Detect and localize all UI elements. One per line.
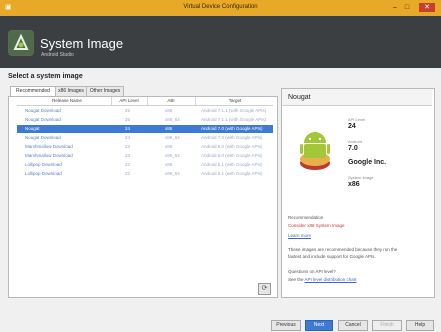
column-divider xyxy=(147,97,148,105)
table-row[interactable]: Marshmallow Download 23 x86 Android 6.0 (wi… xyxy=(17,143,273,151)
android-label: Android xyxy=(348,139,362,144)
api-level-cell: 25 xyxy=(125,108,131,113)
abi-cell: x86 xyxy=(165,108,173,113)
api-level-label: API Level xyxy=(348,117,366,122)
api-level-cell: 23 xyxy=(125,144,131,149)
window-title: Virtual Device Configuration xyxy=(183,4,258,10)
release-name-cell: Lollipop Download xyxy=(25,162,62,167)
detail-header: Nougat xyxy=(282,89,432,106)
table-row[interactable]: Lollipop Download 22 x86_64 Android 5.1 (wi… xyxy=(17,170,273,178)
wizard-header: System Image Android Studio xyxy=(0,16,441,68)
table-header: Release Name API Level ABI Target xyxy=(17,97,273,106)
previous-button[interactable]: Previous xyxy=(271,320,301,331)
refresh-icon[interactable]: ⟳ xyxy=(258,283,271,295)
learn-more-link[interactable]: Learn more xyxy=(288,233,311,238)
header-subtitle: Android Studio xyxy=(41,52,74,58)
detail-title: Nougat xyxy=(288,94,311,101)
abi-cell: x86 xyxy=(165,144,173,149)
wizard-buttons: Previous Next Cancel Finish Help xyxy=(0,300,441,332)
target-cell: Android 7.1.1 (with Google APIs) xyxy=(201,108,267,113)
abi-cell: x86 xyxy=(165,126,173,131)
system-image-table: Release Name API Level ABI Target Nougat… xyxy=(8,96,278,298)
image-detail-panel: Nougat API Level 24 Android 7.0 Google I… xyxy=(281,88,435,298)
info-line-2: fastest and include support for Google A… xyxy=(288,254,376,259)
target-cell: Android 5.1 (with Google APIs) xyxy=(201,171,263,176)
release-name-cell: Marshmallow Download xyxy=(25,144,73,149)
release-name-cell: Nougat xyxy=(25,126,40,131)
api-level-value: 24 xyxy=(348,123,356,130)
abi-cell: x86_64 xyxy=(165,117,180,122)
table-row[interactable]: Marshmallow Download 23 x86_64 Android 6.0 … xyxy=(17,152,273,160)
next-button[interactable]: Next xyxy=(305,320,333,331)
release-name-cell: Nougat Download xyxy=(25,108,61,113)
column-header-api[interactable]: API Level xyxy=(113,98,145,103)
title-bar: ▣ Virtual Device Configuration – □ ✕ xyxy=(0,0,441,16)
system-image-label: System Image xyxy=(348,175,374,180)
abi-cell: x86_64 xyxy=(165,171,180,176)
column-divider xyxy=(111,97,112,105)
api-distribution-link[interactable]: API level distribution chart xyxy=(305,277,357,282)
recommendation-text: Consider x86 System Image xyxy=(288,223,345,228)
close-icon[interactable]: ✕ xyxy=(419,3,435,12)
recommendation-label: Recommendation xyxy=(288,215,324,220)
dialog-window: ▣ Virtual Device Configuration – □ ✕ Sys… xyxy=(0,0,441,332)
system-image-value: x86 xyxy=(348,181,360,188)
minimize-icon[interactable]: – xyxy=(390,3,400,12)
api-level-cell: 22 xyxy=(125,162,131,167)
target-cell: Android 7.1.1 (with Google APIs) xyxy=(201,117,267,122)
column-divider xyxy=(195,97,196,105)
column-header-target[interactable]: Target xyxy=(197,98,273,103)
api-level-cell: 24 xyxy=(125,126,131,131)
api-level-cell: 25 xyxy=(125,117,131,122)
android-version-value: 7.0 xyxy=(348,145,358,152)
android-studio-logo-icon xyxy=(8,30,34,56)
abi-cell: x86 xyxy=(165,162,173,167)
api-level-cell: 23 xyxy=(125,153,131,158)
target-cell: Android 6.0 (with Google APIs) xyxy=(201,144,263,149)
release-name-cell: Lollipop Download xyxy=(25,171,62,176)
api-question: Questions on API level? xyxy=(288,269,336,274)
release-name-cell: Marshmallow Download xyxy=(25,153,73,158)
table-row[interactable]: Nougat Download 25 x86_64 Android 7.1.1 (wi… xyxy=(17,116,273,124)
target-cell: Android 5.1 (with Google APIs) xyxy=(201,162,263,167)
target-cell: Android 7.0 (with Google APIs) xyxy=(201,135,263,140)
release-name-cell: Nougat Download xyxy=(25,135,61,140)
info-line-1: These images are recommended because the… xyxy=(288,247,398,252)
api-chart-line: See the API level distribution chart xyxy=(288,277,357,282)
table-row[interactable]: Nougat Download 24 x86_64 Android 7.0 (with… xyxy=(17,134,273,142)
target-cell: Android 6.0 (with Google APIs) xyxy=(201,153,263,158)
column-header-abi[interactable]: ABI xyxy=(149,98,193,103)
see-prefix: See the xyxy=(288,277,304,282)
finish-button[interactable]: Finish xyxy=(372,320,402,331)
vendor-value: Google Inc. xyxy=(348,159,387,166)
help-button[interactable]: Help xyxy=(406,320,434,331)
release-name-cell: Nougat Download xyxy=(25,117,61,122)
abi-cell: x86_64 xyxy=(165,135,180,140)
target-cell: Android 7.0 (with Google APIs) xyxy=(201,126,263,131)
api-level-cell: 24 xyxy=(125,135,131,140)
table-row[interactable]: Nougat 24 x86 Android 7.0 (with Google APIs… xyxy=(17,125,273,133)
api-level-cell: 22 xyxy=(125,171,131,176)
cancel-button[interactable]: Cancel xyxy=(338,320,368,331)
header-title: System Image xyxy=(40,36,124,51)
android-nougat-icon xyxy=(298,125,332,171)
tab-other-images[interactable]: Other Images xyxy=(86,86,124,96)
column-header-release[interactable]: Release Name xyxy=(25,98,109,103)
abi-cell: x86_64 xyxy=(165,153,180,158)
section-title: Select a system image xyxy=(8,73,83,80)
table-row[interactable]: Nougat Download 25 x86 Android 7.1.1 (with … xyxy=(17,107,273,115)
maximize-icon[interactable]: □ xyxy=(402,3,412,12)
table-row[interactable]: Lollipop Download 22 x86 Android 5.1 (with … xyxy=(17,161,273,169)
tab-x86-images[interactable]: x86 Images xyxy=(55,86,87,96)
